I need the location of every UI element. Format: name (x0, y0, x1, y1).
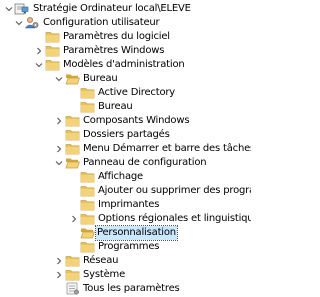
chevron-down-icon[interactable] (54, 72, 64, 86)
tree-item-active-directory[interactable]: Active Directory (0, 86, 251, 100)
folder-icon (45, 58, 60, 71)
chevron-right-icon[interactable] (54, 254, 64, 268)
tree-item-software-settings[interactable]: Paramètres du logiciel (0, 30, 251, 44)
tree-item-label: Imprimantes (98, 199, 160, 210)
tree-item-desktop-sub[interactable]: Bureau (0, 100, 251, 114)
folder-icon (65, 128, 80, 141)
tree-item-display[interactable]: Affichage (0, 170, 251, 184)
chevron-down-icon[interactable] (14, 16, 24, 30)
chevron-right-icon[interactable] (54, 114, 64, 128)
folder-icon (65, 114, 80, 127)
tree-item-shared-folders[interactable]: Dossiers partagés (0, 128, 251, 142)
tree-item-label: Dossiers partagés (83, 129, 170, 140)
folder-icon (80, 212, 95, 225)
tree-item-label: Composants Windows (83, 115, 190, 126)
tree-item-label: Configuration utilisateur (43, 17, 160, 28)
tree-item-label: Ajouter ou supprimer des programmes (98, 185, 251, 196)
chevron-right-icon[interactable] (54, 268, 64, 282)
tree-item-label: Affichage (98, 171, 143, 182)
folder-icon (45, 44, 60, 57)
tree-item-programs[interactable]: Programmes (0, 240, 251, 254)
tree-item-personalization[interactable]: Personnalisation (0, 225, 251, 241)
folder-open-icon (65, 156, 80, 169)
folder-icon (65, 268, 80, 281)
folder-icon (80, 184, 95, 197)
chevron-right-icon[interactable] (69, 212, 79, 226)
tree-item-start-menu-taskbar[interactable]: Menu Démarrer et barre des tâches (0, 142, 251, 156)
chevron-down-icon[interactable] (34, 58, 44, 72)
settings-list-icon (65, 282, 80, 295)
tree-item-label: Tous les paramètres (83, 283, 180, 294)
tree-item-label: Panneau de configuration (83, 157, 207, 168)
tree-item-label: Paramètres Windows (63, 45, 165, 56)
tree-item-label: Menu Démarrer et barre des tâches (83, 143, 251, 154)
tree-item-label: Modèles d'administration (63, 59, 185, 70)
folder-icon (80, 86, 95, 99)
folder-icon (80, 170, 95, 183)
tree-item-label: Paramètres du logiciel (63, 31, 170, 42)
tree-item-control-panel[interactable]: Panneau de configuration (0, 156, 251, 170)
tree-item-label: Bureau (98, 101, 133, 112)
tree-item-label: Programmes (98, 241, 160, 252)
tree-item-desktop[interactable]: Bureau (0, 72, 251, 86)
folder-icon (80, 198, 95, 211)
folder-icon (65, 254, 80, 267)
folder-icon (65, 142, 80, 155)
tree-item-label: Personnalisation (95, 225, 178, 241)
policy-tree-view[interactable]: Stratégie Ordinateur local\ELEVE Configu… (0, 0, 251, 297)
tree-item-local-computer-policy[interactable]: Stratégie Ordinateur local\ELEVE (0, 2, 251, 16)
tree-item-label: Bureau (83, 73, 118, 84)
tree-item-administrative-templates[interactable]: Modèles d'administration (0, 58, 251, 72)
chevron-down-icon[interactable] (54, 156, 64, 170)
tree-item-user-configuration[interactable]: Configuration utilisateur (0, 16, 251, 30)
tree-item-printers[interactable]: Imprimantes (0, 198, 251, 212)
chevron-right-icon[interactable] (54, 142, 64, 156)
tree-item-network[interactable]: Réseau (0, 254, 251, 268)
chevron-right-icon[interactable] (34, 44, 44, 58)
policy-computer-icon (14, 2, 29, 15)
user-config-icon (24, 16, 39, 29)
tree-item-label: Réseau (83, 255, 119, 266)
folder-icon (45, 30, 60, 43)
tree-item-add-remove-programs[interactable]: Ajouter ou supprimer des programmes (0, 184, 251, 198)
folder-icon (80, 240, 95, 253)
tree-item-label: Stratégie Ordinateur local\ELEVE (33, 3, 191, 14)
folder-open-icon (65, 72, 80, 85)
tree-item-all-settings[interactable]: Tous les paramètres (0, 282, 251, 296)
tree-item-windows-settings[interactable]: Paramètres Windows (0, 44, 251, 58)
tree-item-regional-language-options[interactable]: Options régionales et linguistiques (0, 212, 251, 226)
tree-item-label: Système (83, 269, 126, 280)
chevron-down-icon[interactable] (4, 2, 14, 16)
folder-icon (80, 100, 95, 113)
tree-item-label: Active Directory (98, 87, 176, 98)
tree-item-windows-components[interactable]: Composants Windows (0, 114, 251, 128)
tree-item-label: Options régionales et linguistiques (98, 213, 251, 224)
tree-item-system[interactable]: Système (0, 268, 251, 282)
folder-open-icon (80, 226, 95, 239)
